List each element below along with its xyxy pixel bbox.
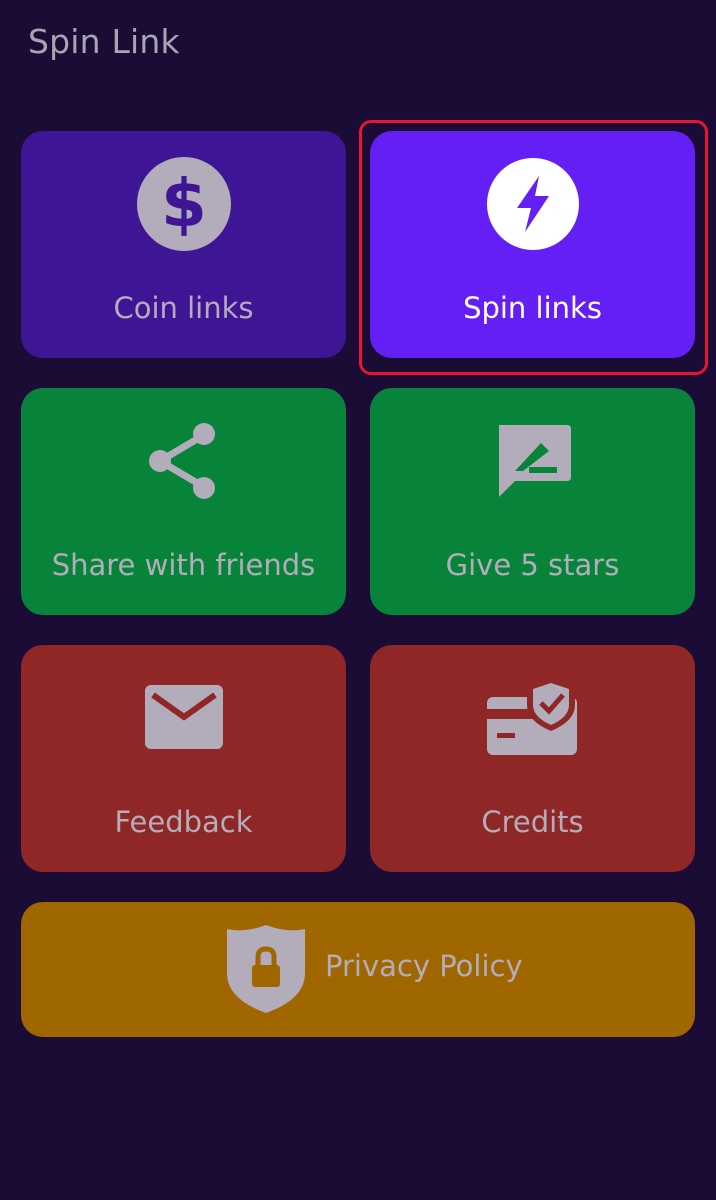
credits-tile[interactable]: Credits [370,645,695,872]
svg-text:$: $ [161,165,207,242]
give-5-stars-tile[interactable]: Give 5 stars [370,388,695,615]
rate-review-icon [498,425,571,497]
secure-card-icon [486,677,577,755]
privacy-policy-tile[interactable]: Privacy Policy [21,902,695,1037]
coin-links-tile[interactable]: $ Coin links [21,131,346,358]
feedback-label: Feedback [114,805,253,839]
share-with-friends-tile[interactable]: Share with friends [21,388,346,615]
lightning-bolt-icon [486,158,579,250]
app-screen: Spin Link $ Coin links Spin links Share … [0,0,716,1200]
spin-links-tile[interactable]: Spin links [370,131,695,358]
mail-icon [144,685,223,749]
coin-links-label: Coin links [113,291,254,325]
dollar-circle-icon: $ [136,157,231,251]
feedback-tile[interactable]: Feedback [21,645,346,872]
share-with-friends-label: Share with friends [51,548,316,582]
app-title: Spin Link [28,22,180,61]
share-icon [148,423,215,499]
give-5-stars-label: Give 5 stars [445,548,620,582]
spin-links-label: Spin links [463,291,602,325]
credits-label: Credits [481,805,584,839]
privacy-policy-label: Privacy Policy [325,949,523,983]
shield-lock-icon [227,925,305,1013]
